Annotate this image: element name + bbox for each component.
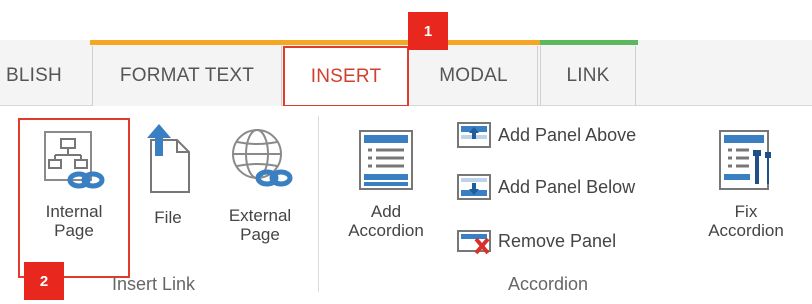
add-accordion-button[interactable]: Add Accordion — [330, 118, 442, 240]
panel-above-icon — [457, 122, 491, 148]
fix-accordion-label: Fix Accordion — [708, 202, 784, 240]
tab-format-text[interactable]: FORMAT TEXT — [92, 46, 282, 106]
add-panel-above-button[interactable]: Add Panel Above — [456, 120, 636, 150]
insert-link-group-label: Insert Link — [112, 274, 196, 294]
window-top-area — [0, 0, 812, 40]
ribbon-body: Internal Page File External Page Insert … — [0, 106, 812, 304]
add-panel-below-label: Add Panel Below — [498, 176, 636, 197]
tab-insert[interactable]: INSERT — [283, 46, 409, 107]
panel-below-icon — [457, 174, 491, 200]
fix-accordion-button[interactable]: Fix Accordion — [686, 118, 806, 240]
file-label: File — [154, 208, 182, 227]
tab-link[interactable]: LINK — [540, 46, 636, 106]
external-page-label: External Page — [228, 206, 292, 244]
internal-page-button[interactable]: Internal Page — [18, 118, 130, 278]
remove-panel-button[interactable]: Remove Panel — [456, 226, 616, 256]
callout-marker-2: 2 — [24, 262, 64, 300]
internal-page-label: Internal Page — [45, 202, 103, 240]
fix-accordion-icon — [719, 130, 771, 190]
ribbon-tab-strip: BLISH FORMAT TEXT INSERT MODAL LINK — [0, 40, 812, 107]
tab-modal[interactable]: MODAL — [410, 46, 538, 106]
sitemap-link-icon — [44, 131, 105, 189]
tab-publish[interactable]: BLISH — [0, 46, 86, 106]
add-panel-above-label: Add Panel Above — [498, 124, 637, 145]
add-accordion-label: Add Accordion — [348, 202, 424, 240]
accordion-icon — [359, 130, 413, 190]
accordion-group-label: Accordion — [508, 274, 589, 294]
remove-panel-icon — [457, 230, 491, 255]
contextual-tab-accent-green — [540, 40, 638, 45]
add-panel-below-button[interactable]: Add Panel Below — [456, 172, 635, 202]
globe-link-icon — [232, 129, 293, 187]
callout-marker-1: 1 — [408, 12, 448, 50]
remove-panel-label: Remove Panel — [498, 230, 617, 251]
group-divider — [318, 116, 319, 292]
file-button[interactable]: File — [138, 118, 198, 227]
external-page-button[interactable]: External Page — [210, 118, 310, 244]
contextual-tab-accent-orange — [90, 40, 540, 45]
file-upload-icon — [147, 124, 190, 193]
